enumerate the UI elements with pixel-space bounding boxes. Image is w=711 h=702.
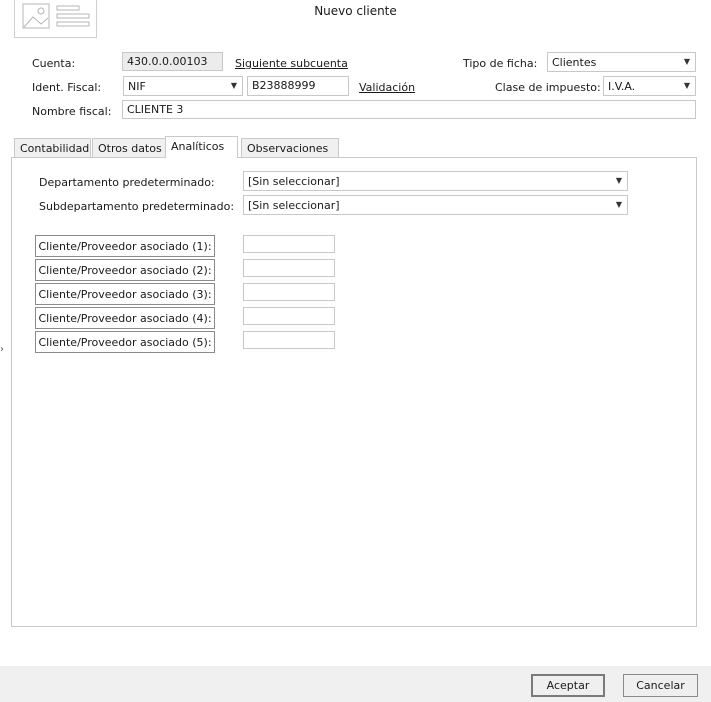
nuevo-cliente-window: Nuevo cliente Cuenta: 430.0.0.00103 Sigu… (0, 0, 711, 702)
nombre-fiscal-input[interactable]: CLIENTE 3 (122, 100, 696, 119)
chevron-right-icon[interactable]: › (0, 344, 4, 355)
validacion-link[interactable]: Validación (359, 81, 415, 94)
tab-observaciones[interactable]: Observaciones (241, 138, 339, 158)
ident-type-value: NIF (128, 80, 146, 93)
asociado-5-input[interactable] (243, 331, 335, 349)
chevron-down-icon[interactable]: ▼ (682, 57, 692, 67)
asociado-3-button[interactable]: Cliente/Proveedor asociado (3): (35, 283, 215, 305)
chevron-down-icon[interactable]: ▼ (614, 176, 624, 186)
tab-contabilidad[interactable]: Contabilidad (14, 138, 91, 158)
departamento-select[interactable]: [Sin seleccionar] ▼ (243, 171, 628, 191)
ident-type-select[interactable]: NIF ▼ (123, 76, 243, 96)
asociado-1-button[interactable]: Cliente/Proveedor asociado (1): (35, 235, 215, 257)
clase-impuesto-select[interactable]: I.V.A. ▼ (603, 76, 696, 96)
asociado-2-input[interactable] (243, 259, 335, 277)
chevron-down-icon[interactable]: ▼ (229, 81, 239, 91)
subdepartamento-label: Subdepartamento predeterminado: (39, 200, 235, 213)
departamento-label: Departamento predeterminado: (39, 176, 215, 189)
ident-fiscal-label: Ident. Fiscal: (32, 81, 102, 94)
ident-fiscal-input[interactable]: B23888999 (247, 76, 349, 96)
asociado-4-input[interactable] (243, 307, 335, 325)
asociado-5-button[interactable]: Cliente/Proveedor asociado (5): (35, 331, 215, 353)
subdepartamento-select[interactable]: [Sin seleccionar] ▼ (243, 195, 628, 215)
cuenta-field[interactable]: 430.0.0.00103 (122, 52, 223, 71)
asociado-2-button[interactable]: Cliente/Proveedor asociado (2): (35, 259, 215, 281)
clase-impuesto-value: I.V.A. (608, 80, 636, 93)
window-title: Nuevo cliente (314, 4, 397, 18)
asociado-4-button[interactable]: Cliente/Proveedor asociado (4): (35, 307, 215, 329)
nombre-fiscal-label: Nombre fiscal: (32, 105, 112, 118)
tipo-ficha-value: Clientes (552, 56, 597, 69)
asociado-1-input[interactable] (243, 235, 335, 253)
analiticos-panel (11, 157, 697, 627)
aceptar-button[interactable]: Aceptar (531, 674, 605, 697)
chevron-down-icon[interactable]: ▼ (614, 200, 624, 210)
chevron-down-icon[interactable]: ▼ (682, 81, 692, 91)
siguiente-subcuenta-link[interactable]: Siguiente subcuenta (235, 57, 348, 70)
asociado-3-input[interactable] (243, 283, 335, 301)
tipo-ficha-select[interactable]: Clientes ▼ (547, 52, 696, 72)
tab-analiticos[interactable]: Analíticos (165, 136, 238, 158)
tipo-ficha-label: Tipo de ficha: (463, 57, 538, 70)
departamento-value: [Sin seleccionar] (248, 175, 340, 188)
tab-otros-datos[interactable]: Otros datos (92, 138, 176, 158)
cancelar-button[interactable]: Cancelar (623, 674, 698, 697)
subdepartamento-value: [Sin seleccionar] (248, 199, 340, 212)
clase-impuesto-label: Clase de impuesto: (495, 81, 601, 94)
cuenta-label: Cuenta: (32, 57, 76, 70)
